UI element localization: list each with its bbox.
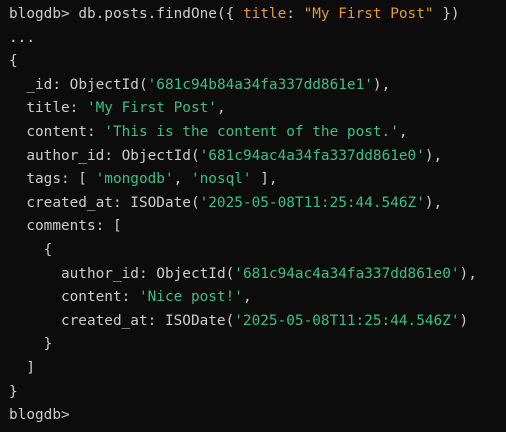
comment-open-brace: { [9, 241, 53, 258]
field-author-id: author_id: ObjectId('681c94ac4a34fa337dd… [26, 147, 443, 164]
field-value: '2025-05-08T11:25:44.546Z' [234, 312, 460, 329]
field-key: tags [26, 171, 61, 188]
field-content: content: 'This is the content of the pos… [26, 123, 408, 140]
comment-content: content: 'Nice post!', [60, 289, 252, 306]
comments-close-bracket: ] [9, 359, 35, 376]
shell-prompt: blogdb> [9, 6, 79, 22]
cursor [78, 407, 87, 423]
query-field: title [242, 6, 287, 22]
field-key: content [26, 123, 87, 140]
tag-item: 'mongodb' [95, 171, 174, 188]
comment-author-id: author_id: ObjectId('681c94ac4a34fa337dd… [60, 265, 477, 282]
terminal-output[interactable]: blogdb> db.posts.findOne({ title: "My Fi… [0, 0, 506, 432]
field-key: _id [26, 76, 53, 93]
field-key: content [60, 289, 122, 306]
field-key: created_at [26, 194, 113, 211]
final-prompt-line[interactable]: blogdb> [9, 404, 506, 428]
tag-item: 'nosql' [190, 171, 252, 188]
field-value: 'Nice post!' [138, 289, 243, 306]
query-value: "My First Post" [303, 6, 434, 22]
field-value: '681c94ac4a34fa337dd861e0' [234, 265, 460, 282]
field-key: created_at [60, 312, 148, 329]
field-value: '681c94ac4a34fa337dd861e0' [199, 147, 425, 164]
command-line: blogdb> db.posts.findOne({ title: "My Fi… [9, 3, 506, 27]
field-value: 'My First Post' [86, 100, 217, 117]
field-created-at: created_at: ISODate('2025-05-08T11:25:44… [26, 194, 443, 211]
doc-open-brace: { [9, 53, 18, 70]
field-key: title [26, 100, 70, 117]
comment-created-at: created_at: ISODate('2025-05-08T11:25:44… [60, 312, 469, 329]
continuation-line: ... [9, 29, 35, 46]
field-key: author_id [26, 147, 105, 164]
field-comments: comments: [ [26, 218, 122, 235]
command-text-before: db.posts.findOne({ [78, 6, 243, 22]
command-text-after: }) [433, 6, 460, 22]
field-tags: tags: [ 'mongodb', 'nosql' ], [26, 171, 278, 188]
field-value: '681c94b84a34fa337dd861e1' [147, 76, 373, 93]
field-value: 'This is the content of the post.' [104, 123, 399, 140]
field-key: comments [26, 218, 96, 235]
field-title: title: 'My First Post', [26, 100, 226, 117]
query-colon: : [286, 6, 304, 22]
shell-prompt: blogdb> [9, 407, 79, 424]
doc-close-brace: } [9, 383, 18, 400]
field-value: '2025-05-08T11:25:44.546Z' [199, 194, 425, 211]
comment-close-brace: } [9, 336, 53, 353]
field-key: author_id [60, 265, 139, 282]
field-id: _id: ObjectId('681c94b84a34fa337dd861e1'… [26, 76, 391, 93]
